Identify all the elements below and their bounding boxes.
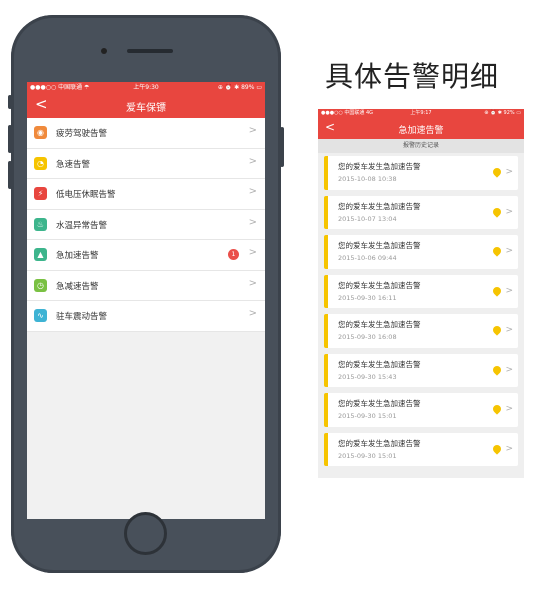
chevron-right-icon: > xyxy=(248,186,257,197)
detail-page-title: 急加速告警 xyxy=(398,126,444,136)
alert-history-item[interactable]: 您的爱车发生急加速告警 2015-09-30 15:01 > xyxy=(324,432,518,466)
phone-frame: ●●●○○ 中国联通 ☂ 上午9:30 ⊕ ⏰ ✱ 89% ▭ < 爱车保镖 ◉… xyxy=(8,15,284,573)
alert-message: 您的爱车发生急加速告警 xyxy=(338,359,421,369)
chevron-right-icon: > xyxy=(505,404,513,414)
status-indicators: ⊕ ⏰ ✱ 89% ▭ xyxy=(217,84,262,91)
alert-message: 您的爱车发生急加速告警 xyxy=(338,399,421,408)
chevron-right-icon: > xyxy=(505,246,513,256)
mute-switch xyxy=(8,95,12,109)
alert-history-item[interactable]: 您的爱车发生急加速告警 2015-09-30 16:08 > xyxy=(324,314,518,348)
alert-timestamp: 2015-09-30 16:11 xyxy=(338,293,397,302)
power-button xyxy=(280,127,284,167)
alert-history-item[interactable]: 您的爱车发生急加速告警 2015-10-07 13:04 > xyxy=(324,195,518,229)
volume-down-button xyxy=(8,161,12,189)
alert-message: 您的爱车发生急加速告警 xyxy=(338,280,421,290)
menu-item-water-temperature[interactable]: ♨ 水温异常告警 > xyxy=(27,210,265,240)
status-bar: ●●●○○ 中国联通 ☂ 上午9:30 ⊕ ⏰ ✱ 89% ▭ xyxy=(27,82,265,93)
menu-item-parking-vibration[interactable]: ∿ 驻车震动告警 > xyxy=(27,301,265,332)
menu-item-label: 低电压休眠告警 xyxy=(56,190,116,200)
alert-history-item[interactable]: 您的爱车发生急加速告警 2015-10-06 09:44 > xyxy=(324,235,518,269)
alert-detail-screen: ●●●○○ 中国联通 4G 上午9:17 ⊕ ⏰ ✱ 92% ▭ < 急加速告警… xyxy=(318,109,524,478)
unread-count-badge: 1 xyxy=(228,249,239,260)
alert-timestamp: 2015-09-30 15:43 xyxy=(338,372,397,381)
alert-timestamp: 2015-09-30 16:08 xyxy=(338,333,397,341)
parking-vibration-icon: ∿ xyxy=(34,309,47,322)
alert-message: 您的爱车发生急加速告警 xyxy=(338,320,421,329)
alert-timestamp: 2015-09-30 15:01 xyxy=(338,451,397,460)
chevron-right-icon: > xyxy=(505,364,513,375)
alert-timestamp: 2015-09-30 15:01 xyxy=(338,412,397,420)
location-pin-icon[interactable] xyxy=(491,403,503,415)
location-pin-icon[interactable] xyxy=(491,442,503,455)
menu-item-label: 急加速告警 xyxy=(56,251,99,261)
alert-type-menu: ◉ 疲劳驾驶告警 > ◔ 急速告警 > ⚡ 低电压休眠告警 > ♨ 水温异常告警 > ▲ 急加速告警 1 > ◷… xyxy=(27,118,265,332)
chevron-right-icon: > xyxy=(505,325,513,335)
menu-item-label: 水温异常告警 xyxy=(56,220,108,231)
low-voltage-icon: ⚡ xyxy=(34,187,47,200)
location-pin-icon[interactable] xyxy=(491,205,503,218)
alert-message: 您的爱车发生急加速告警 xyxy=(338,438,421,448)
chevron-right-icon: > xyxy=(248,277,257,289)
menu-item-deceleration[interactable]: ◷ 急减速告警 > xyxy=(27,271,265,301)
menu-item-label: 急速告警 xyxy=(56,159,91,170)
location-pin-icon[interactable] xyxy=(491,245,503,257)
alert-message: 您的爱车发生急加速告警 xyxy=(338,241,421,250)
menu-item-speed-gauge[interactable]: ◔ 急速告警 > xyxy=(27,149,265,179)
alert-history-item[interactable]: 您的爱车发生急加速告警 2015-09-30 15:01 > xyxy=(324,393,518,427)
earpiece-speaker xyxy=(127,49,173,53)
menu-item-label: 急减速告警 xyxy=(56,281,99,292)
chevron-right-icon: > xyxy=(248,155,257,167)
section-heading: 具体告警明细 xyxy=(325,60,500,93)
chevron-right-icon: > xyxy=(505,206,513,217)
fatigue-driving-icon: ◉ xyxy=(34,126,47,139)
chevron-right-icon: > xyxy=(248,247,257,258)
chevron-right-icon: > xyxy=(505,285,513,296)
chevron-right-icon: > xyxy=(248,216,257,228)
alert-history-item[interactable]: 您的爱车发生急加速告警 2015-10-08 10:38 > xyxy=(324,156,518,190)
home-button[interactable] xyxy=(124,512,167,555)
menu-item-label: 驻车震动告警 xyxy=(56,312,108,322)
location-pin-icon[interactable] xyxy=(491,284,503,297)
detail-nav-bar: < 急加速告警 xyxy=(318,118,524,139)
detail-status-indicators: ⊕ ⏰ ✱ 92% ▭ xyxy=(484,110,521,116)
chevron-right-icon: > xyxy=(505,167,513,177)
water-temperature-icon: ♨ xyxy=(34,217,47,231)
page-title: 爱车保镖 xyxy=(126,103,166,114)
deceleration-icon: ◷ xyxy=(34,278,47,292)
detail-status-bar: ●●●○○ 中国联通 4G 上午9:17 ⊕ ⏰ ✱ 92% ▭ xyxy=(318,109,524,118)
menu-item-label: 疲劳驾驶告警 xyxy=(56,129,108,139)
menu-item-fatigue-driving[interactable]: ◉ 疲劳驾驶告警 > xyxy=(27,118,265,149)
menu-item-acceleration[interactable]: ▲ 急加速告警 1 > xyxy=(27,240,265,271)
location-pin-icon[interactable] xyxy=(491,363,503,376)
chevron-right-icon: > xyxy=(248,308,257,319)
location-pin-icon[interactable] xyxy=(491,324,503,336)
alert-history-list: 您的爱车发生急加速告警 2015-10-08 10:38 > 您的爱车发生急加速告警 2… xyxy=(318,153,524,466)
phone-screen: ●●●○○ 中国联通 ☂ 上午9:30 ⊕ ⏰ ✱ 89% ▭ < 爱车保镖 ◉… xyxy=(27,82,265,519)
acceleration-icon: ▲ xyxy=(34,248,47,261)
alert-timestamp: 2015-10-06 09:44 xyxy=(338,254,397,262)
location-pin-icon[interactable] xyxy=(491,166,503,178)
volume-up-button xyxy=(8,125,12,153)
alert-message: 您的爱车发生急加速告警 xyxy=(338,162,421,171)
alert-history-item[interactable]: 您的爱车发生急加速告警 2015-09-30 16:11 > xyxy=(324,274,518,308)
menu-item-low-voltage[interactable]: ⚡ 低电压休眠告警 > xyxy=(27,179,265,210)
alert-timestamp: 2015-10-08 10:38 xyxy=(338,175,397,183)
alert-message: 您的爱车发生急加速告警 xyxy=(338,201,421,211)
alert-history-item[interactable]: 您的爱车发生急加速告警 2015-09-30 15:43 > xyxy=(324,353,518,387)
chevron-right-icon: > xyxy=(248,125,257,136)
history-subheader: 报警历史记录 xyxy=(318,139,524,153)
speed-gauge-icon: ◔ xyxy=(34,156,47,170)
chevron-right-icon: > xyxy=(505,443,513,454)
alert-timestamp: 2015-10-07 13:04 xyxy=(338,214,397,223)
front-camera xyxy=(101,48,107,54)
nav-bar: < 爱车保镖 xyxy=(27,93,265,118)
